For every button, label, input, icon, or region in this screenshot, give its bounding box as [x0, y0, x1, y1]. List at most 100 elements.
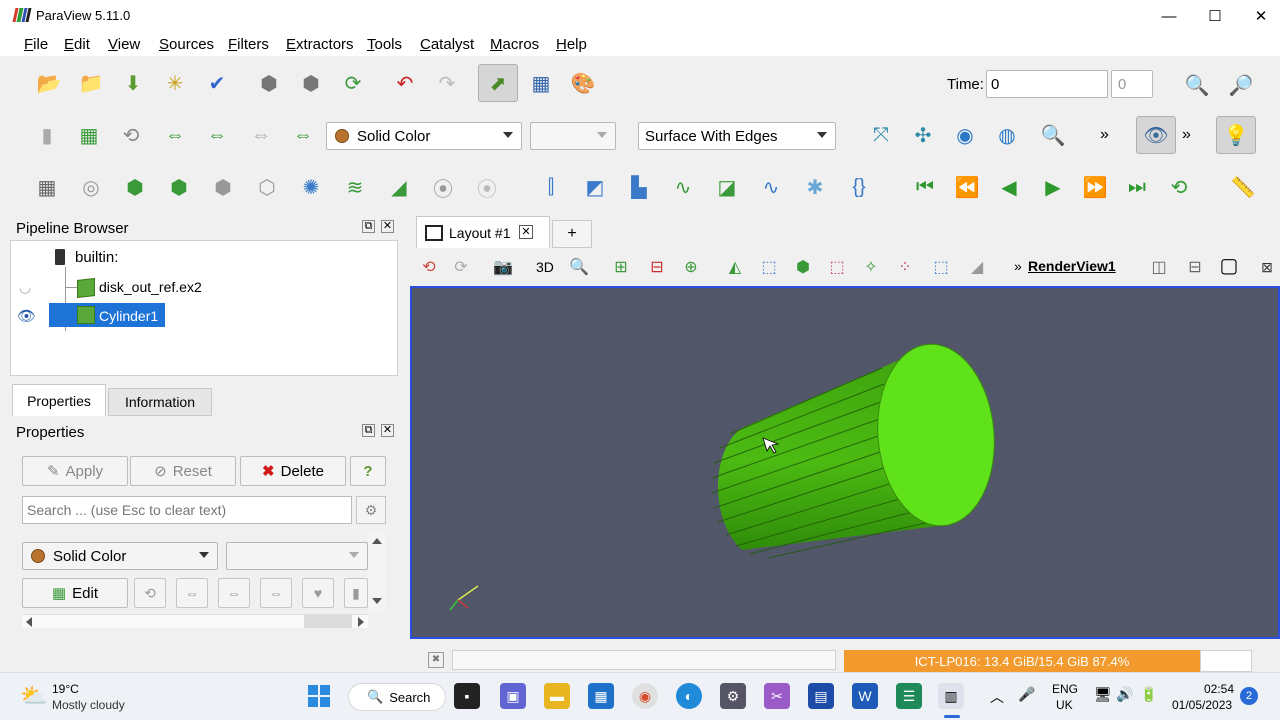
- word-icon[interactable]: W: [852, 683, 878, 709]
- reset-camera-icon[interactable]: ⤧: [866, 120, 896, 150]
- clear-selection-icon[interactable]: ◢: [962, 252, 992, 282]
- extract-level-icon[interactable]: ⦿: [472, 172, 502, 202]
- minimize-button[interactable]: —: [1146, 0, 1192, 32]
- notepad-icon[interactable]: ☰: [896, 683, 922, 709]
- chrome-icon[interactable]: ◉: [632, 683, 658, 709]
- file-explorer-icon[interactable]: ▬: [544, 683, 570, 709]
- maximize-view-icon[interactable]: ▢: [1214, 250, 1244, 280]
- remote-desktop-icon[interactable]: ▤: [808, 683, 834, 709]
- tab-properties[interactable]: Properties: [12, 384, 106, 416]
- store-icon[interactable]: ▦: [588, 683, 614, 709]
- close-dock-icon[interactable]: ✕: [381, 424, 394, 437]
- vertical-scrollbar[interactable]: [368, 532, 386, 612]
- clock-time[interactable]: 02:54: [1204, 682, 1234, 696]
- eye-open-icon[interactable]: 👁: [17, 307, 36, 325]
- first-frame-icon[interactable]: ⏮: [910, 172, 940, 202]
- last-frame-icon[interactable]: ⏭: [1122, 172, 1152, 202]
- delete-button[interactable]: ✖ Delete: [240, 456, 346, 486]
- select-polygon-icon[interactable]: ✧: [856, 252, 886, 282]
- zoom-box-icon[interactable]: 🔍: [564, 252, 594, 282]
- add-layout-tab-button[interactable]: +: [552, 220, 592, 248]
- menu-filters[interactable]: Filters: [228, 36, 269, 53]
- select-cells-on-icon[interactable]: ◭: [720, 252, 750, 282]
- render-view-label[interactable]: RenderView1: [1028, 258, 1116, 274]
- advanced-gear-icon[interactable]: ⚙: [356, 496, 386, 524]
- load-state-icon[interactable]: 📁: [76, 68, 106, 98]
- toggle-color-legend-icon[interactable]: ▮: [32, 120, 62, 150]
- scroll-down-icon[interactable]: [372, 598, 382, 604]
- select-polygon-points-icon[interactable]: ⁘: [890, 252, 920, 282]
- render-view[interactable]: [410, 286, 1280, 639]
- choose-preset-icon[interactable]: ♥: [302, 578, 334, 608]
- redo-icon[interactable]: ↷: [432, 68, 462, 98]
- rescale-custom-icon[interactable]: ⇔: [176, 578, 208, 608]
- view-direction-icon[interactable]: ◉: [950, 120, 980, 150]
- disconnect-icon[interactable]: ⬢: [296, 68, 326, 98]
- rotate-view-icon[interactable]: ◍: [992, 120, 1022, 150]
- capture-screenshot-icon[interactable]: ⟲: [414, 252, 444, 282]
- menu-catalyst[interactable]: Catalyst: [420, 36, 474, 53]
- open-file-icon[interactable]: 📂: [34, 68, 64, 98]
- camera-link-icon[interactable]: 🔎: [1226, 70, 1256, 100]
- weather-temp[interactable]: 19°C: [52, 682, 79, 696]
- group-datasets-icon[interactable]: ⦿: [428, 172, 458, 202]
- auto-apply-icon[interactable]: ⟳: [338, 68, 368, 98]
- reset-range-icon[interactable]: ⟲: [116, 120, 146, 150]
- undock-icon[interactable]: ⧉: [362, 424, 375, 437]
- screenshot-icon[interactable]: 📷: [488, 252, 518, 282]
- python-shell-icon[interactable]: ✔: [202, 68, 232, 98]
- zoom-to-box-icon[interactable]: 🔍: [1038, 120, 1068, 150]
- rescale-visible-icon[interactable]: ⇔: [288, 120, 318, 150]
- play-icon[interactable]: ▶: [1038, 172, 1068, 202]
- rescale-temporal-icon[interactable]: ⇔: [246, 120, 276, 150]
- scroll-thumb[interactable]: [304, 615, 352, 628]
- select-cells-through-icon[interactable]: ⬢: [788, 252, 818, 282]
- volume-icon[interactable]: 🔊: [1116, 686, 1133, 703]
- threshold-icon[interactable]: ⬢: [208, 172, 238, 202]
- snipping-tool-icon[interactable]: ✂: [764, 683, 790, 709]
- help-button[interactable]: ?: [350, 456, 386, 486]
- extract-subset-icon[interactable]: ⬡: [252, 172, 282, 202]
- task-view-icon[interactable]: ▪: [454, 683, 480, 709]
- scroll-up-icon[interactable]: [372, 538, 382, 544]
- toggle-3d-button[interactable]: 3D: [536, 259, 554, 275]
- stream-tracer-icon[interactable]: ≋: [340, 172, 370, 202]
- maximize-button[interactable]: ☐: [1192, 0, 1238, 32]
- menu-tools[interactable]: Tools: [367, 36, 402, 53]
- select-points-through-icon[interactable]: ⬚: [822, 252, 852, 282]
- menu-sources[interactable]: Sources: [159, 36, 214, 53]
- edit-color-map-icon[interactable]: ▦: [74, 120, 104, 150]
- plot-selection-icon[interactable]: ◪: [712, 172, 742, 202]
- apply-button[interactable]: ✎ Apply: [22, 456, 128, 486]
- undo-icon[interactable]: ↶: [390, 68, 420, 98]
- save-state-icon[interactable]: ⬢: [254, 68, 284, 98]
- menu-view[interactable]: View: [108, 36, 140, 53]
- rescale-custom-icon[interactable]: ⇔: [160, 120, 190, 150]
- close-tab-icon[interactable]: ✕: [519, 225, 533, 239]
- menu-edit[interactable]: Edit: [64, 36, 90, 53]
- scroll-right-icon[interactable]: [358, 617, 364, 627]
- teams-icon[interactable]: ▣: [500, 683, 526, 709]
- clock-date[interactable]: 01/05/2023: [1172, 698, 1232, 712]
- battery-icon[interactable]: 🔋: [1140, 686, 1157, 703]
- more-toolbar-button[interactable]: »: [1100, 126, 1109, 144]
- close-button[interactable]: ✕: [1238, 0, 1280, 32]
- histogram-icon[interactable]: ▙: [624, 172, 654, 202]
- zoom-closest-icon[interactable]: ⊕: [676, 252, 706, 282]
- light-kit-icon[interactable]: 💡: [1216, 116, 1256, 154]
- properties-color-by-select[interactable]: Solid Color: [22, 542, 218, 570]
- center-axes-icon[interactable]: 👁: [1136, 116, 1176, 154]
- temporal-icon[interactable]: ✱: [800, 172, 830, 202]
- horizontal-scrollbar[interactable]: [22, 614, 368, 628]
- settings-icon[interactable]: ⚙: [720, 683, 746, 709]
- time-input[interactable]: 0: [986, 70, 1108, 98]
- rescale-range-icon[interactable]: ⇔: [218, 578, 250, 608]
- clip-icon[interactable]: ⬢: [120, 172, 150, 202]
- time-index-spinbox[interactable]: 0: [1111, 70, 1153, 98]
- split-vertical-icon[interactable]: ⊟: [1180, 252, 1210, 282]
- component-select[interactable]: [530, 122, 616, 150]
- paraview-taskbar-icon[interactable]: ▥: [938, 683, 964, 709]
- loop-icon[interactable]: ⟲: [1164, 172, 1194, 202]
- rescale-range-icon[interactable]: ⇔: [202, 120, 232, 150]
- find-data-icon[interactable]: 🔍: [1182, 70, 1212, 100]
